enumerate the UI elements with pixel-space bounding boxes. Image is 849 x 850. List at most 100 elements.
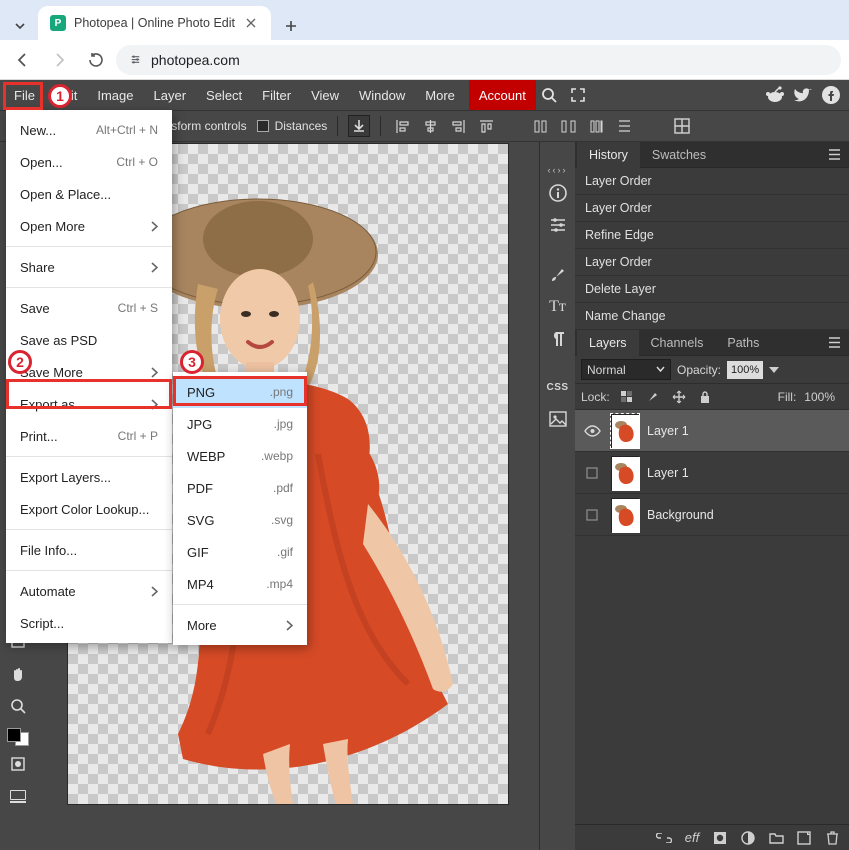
history-item[interactable]: Name Change: [575, 303, 849, 330]
align-right-icon[interactable]: [447, 115, 469, 137]
tab-history[interactable]: History: [577, 142, 640, 168]
nav-forward-button[interactable]: [44, 45, 74, 75]
menu-layer[interactable]: Layer: [144, 80, 197, 110]
reddit-icon[interactable]: [761, 80, 789, 110]
visibility-icon[interactable]: [581, 466, 603, 480]
menu-more[interactable]: More: [415, 80, 465, 110]
history-item[interactable]: Layer Order: [575, 168, 849, 195]
layer-name[interactable]: Background: [647, 508, 714, 522]
menu-view[interactable]: View: [301, 80, 349, 110]
layer-row[interactable]: Layer 1: [575, 452, 849, 494]
tab-swatches[interactable]: Swatches: [640, 142, 718, 168]
fill-input[interactable]: 100%: [804, 390, 835, 404]
menu-file[interactable]: File: [4, 80, 45, 110]
new-layer-icon[interactable]: [795, 829, 813, 847]
history-item[interactable]: Layer Order: [575, 195, 849, 222]
panel-grip-icon[interactable]: ‹‹››: [548, 166, 568, 174]
css-icon[interactable]: CSS: [544, 374, 572, 400]
opacity-dropdown-icon[interactable]: [769, 367, 779, 373]
visibility-icon[interactable]: [581, 425, 603, 437]
menu-item[interactable]: PDF.pdf: [173, 472, 307, 504]
menu-item[interactable]: Save as PSD: [6, 324, 172, 356]
quick-export-icon[interactable]: [348, 115, 370, 137]
search-icon[interactable]: [536, 80, 564, 110]
new-tab-button[interactable]: [277, 12, 305, 40]
facebook-icon[interactable]: [817, 80, 845, 110]
opacity-input[interactable]: 100%: [727, 361, 763, 379]
align-hcenter-icon[interactable]: [419, 115, 441, 137]
twitter-icon[interactable]: [789, 80, 817, 110]
layer-name[interactable]: Layer 1: [647, 424, 689, 438]
menu-item[interactable]: Automate: [6, 575, 172, 607]
menu-item[interactable]: SVG.svg: [173, 504, 307, 536]
lock-transparent-icon[interactable]: [618, 388, 636, 406]
menu-item[interactable]: WEBP.webp: [173, 440, 307, 472]
history-item[interactable]: Delete Layer: [575, 276, 849, 303]
hand-tool-icon[interactable]: [4, 660, 32, 688]
mask-icon[interactable]: [711, 829, 729, 847]
menu-item[interactable]: New...Alt+Ctrl + N: [6, 114, 172, 146]
image-panel-icon[interactable]: [544, 406, 572, 432]
menu-item[interactable]: Open More: [6, 210, 172, 242]
menu-item[interactable]: Save More: [6, 356, 172, 388]
panel-menu-icon[interactable]: [823, 332, 845, 354]
fx-icon[interactable]: eff: [683, 829, 701, 847]
lock-all-icon[interactable]: [696, 388, 714, 406]
layer-row[interactable]: Background: [575, 494, 849, 536]
delete-layer-icon[interactable]: [823, 829, 841, 847]
menu-item[interactable]: Open...Ctrl + O: [6, 146, 172, 178]
nav-back-button[interactable]: [8, 45, 38, 75]
menu-select[interactable]: Select: [196, 80, 252, 110]
brush-panel-icon[interactable]: [544, 262, 572, 288]
menu-account[interactable]: Account: [469, 80, 536, 110]
menu-item[interactable]: Print...Ctrl + P: [6, 420, 172, 452]
layer-row[interactable]: Layer 1: [575, 410, 849, 452]
lock-position-icon[interactable]: [670, 388, 688, 406]
fullscreen-icon[interactable]: [564, 80, 592, 110]
url-bar[interactable]: photopea.com: [116, 45, 841, 75]
nav-reload-button[interactable]: [80, 45, 110, 75]
menu-item[interactable]: SaveCtrl + S: [6, 292, 172, 324]
menu-item[interactable]: Open & Place...: [6, 178, 172, 210]
distances-checkbox[interactable]: Distances: [257, 119, 328, 133]
menu-filter[interactable]: Filter: [252, 80, 301, 110]
menu-item[interactable]: JPG.jpg: [173, 408, 307, 440]
align-left-icon[interactable]: [391, 115, 413, 137]
zoom-tool-icon[interactable]: [4, 692, 32, 720]
tab-close-button[interactable]: [243, 15, 259, 31]
character-icon[interactable]: Tт: [544, 294, 572, 320]
dist-right-icon[interactable]: [585, 115, 607, 137]
menu-item[interactable]: Export Color Lookup...: [6, 493, 172, 525]
menu-item[interactable]: MP4.mp4: [173, 568, 307, 600]
menu-item[interactable]: Export as: [6, 388, 172, 420]
menu-item[interactable]: Share: [6, 251, 172, 283]
menu-image[interactable]: Image: [87, 80, 143, 110]
tab-paths[interactable]: Paths: [715, 330, 771, 356]
dist-center-icon[interactable]: [557, 115, 579, 137]
menu-item[interactable]: Export Layers...: [6, 461, 172, 493]
tab-search-button[interactable]: [6, 12, 34, 40]
tab-channels[interactable]: Channels: [639, 330, 716, 356]
panel-menu-icon[interactable]: [823, 144, 845, 166]
browser-tab-active[interactable]: P Photopea | Online Photo Edit: [38, 6, 271, 40]
menu-edit[interactable]: Edit: [45, 80, 87, 110]
dist-more-icon[interactable]: [613, 115, 635, 137]
adjust-icon[interactable]: [544, 212, 572, 238]
paragraph-icon[interactable]: [544, 326, 572, 352]
info-icon[interactable]: [544, 180, 572, 206]
adjustment-icon[interactable]: [739, 829, 757, 847]
history-item[interactable]: Layer Order: [575, 249, 849, 276]
quick-mask-icon[interactable]: [4, 750, 32, 778]
dist-left-icon[interactable]: [529, 115, 551, 137]
folder-icon[interactable]: [767, 829, 785, 847]
blend-mode-select[interactable]: Normal: [581, 359, 671, 380]
align-top-icon[interactable]: [475, 115, 497, 137]
layer-name[interactable]: Layer 1: [647, 466, 689, 480]
menu-item[interactable]: PNG.png: [173, 376, 307, 408]
lock-pixels-icon[interactable]: [644, 388, 662, 406]
menu-item[interactable]: File Info...: [6, 534, 172, 566]
link-layers-icon[interactable]: [655, 829, 673, 847]
history-item[interactable]: Refine Edge: [575, 222, 849, 249]
grid-icon[interactable]: [671, 115, 693, 137]
visibility-icon[interactable]: [581, 508, 603, 522]
